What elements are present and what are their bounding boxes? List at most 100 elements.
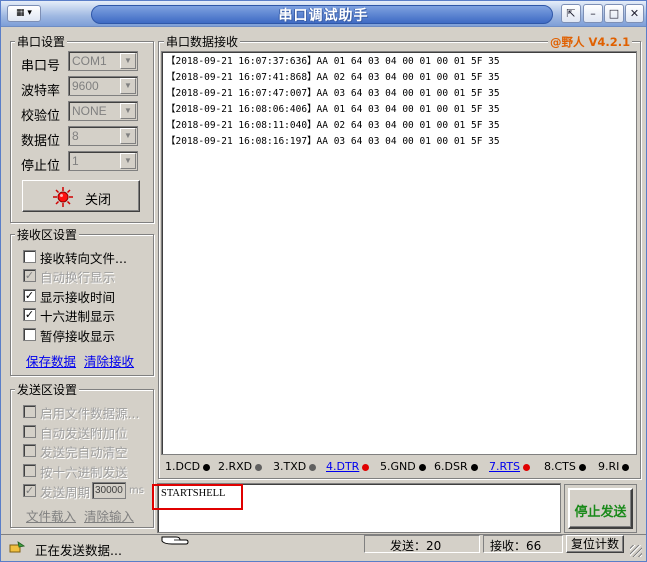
pause-display-label[interactable]: 暂停接收显示	[40, 326, 115, 345]
pointer-hand-icon	[161, 536, 189, 545]
databits-select[interactable]: 8 ▼	[68, 126, 138, 146]
auto-wrap-checkbox: ✓	[23, 269, 36, 282]
close-icon[interactable]: ✕	[625, 4, 644, 23]
receive-settings-legend: 接收区设置	[15, 226, 80, 243]
hex-send-label: 按十六进制发送	[40, 465, 128, 480]
sent-count: 发送：20	[364, 535, 480, 553]
hex-send-checkbox	[23, 464, 36, 477]
restore-icon[interactable]: ⇱	[561, 4, 581, 23]
auto-append-label: 自动发送附加位	[40, 426, 128, 441]
hex-display-label[interactable]: 十六进制显示	[40, 306, 115, 325]
parity-select[interactable]: NONE ▼	[68, 101, 138, 121]
hex-display-checkbox[interactable]: ✓	[23, 308, 36, 321]
show-time-label[interactable]: 显示接收时间	[40, 287, 115, 306]
chevron-down-icon[interactable]: ▼	[120, 78, 136, 94]
signal-rxd: 2.RXD	[218, 460, 263, 473]
chevron-down-icon[interactable]: ▼	[120, 153, 136, 169]
signal-dcd-label: 1.DCD	[165, 460, 201, 473]
send-period-input: 30000	[92, 482, 126, 499]
port-status-led-icon	[53, 187, 73, 207]
sent-count-text: 发送：20	[390, 539, 442, 553]
file-source-checkbox	[23, 405, 36, 418]
receive-line: 【2018-09-21 16:07:41:868】AA 02 64 03 04 …	[166, 72, 500, 83]
resize-grip-icon[interactable]	[630, 545, 642, 557]
signal-gnd-label: 5.GND	[380, 460, 416, 473]
title-bar[interactable]: ▦ ▾ 串口调试助手 ⇱ – □ ✕	[1, 1, 646, 27]
dtr-led-icon	[362, 463, 370, 471]
signal-dsr-label: 6.DSR	[434, 460, 468, 473]
signal-rts-link[interactable]: 7.RTS	[489, 460, 520, 473]
port-value: COM1	[72, 54, 107, 68]
chevron-down-icon[interactable]: ▼	[120, 53, 136, 69]
signal-gnd: 5.GND	[380, 460, 426, 473]
status-message: 正在发送数据...	[35, 543, 122, 558]
receive-line: 【2018-09-21 16:07:37:636】AA 01 64 03 04 …	[166, 56, 500, 67]
pause-display-checkbox[interactable]	[23, 328, 36, 341]
rxd-led-icon	[255, 463, 263, 471]
port-label: 串口号	[21, 59, 61, 74]
receive-line: 【2018-09-21 16:08:16:197】AA 03 64 03 04 …	[166, 136, 500, 147]
signal-ri: 9.RI	[598, 460, 630, 473]
signal-rts[interactable]: 7.RTS	[489, 460, 531, 473]
reset-count-label: 复位计数	[570, 537, 619, 551]
received-count-text: 接收：66	[490, 539, 542, 553]
window-title: 串口调试助手	[278, 8, 369, 24]
stopbits-select[interactable]: 1 ▼	[68, 151, 138, 171]
show-time-checkbox[interactable]: ✓	[23, 289, 36, 302]
auto-wrap-label: 自动换行显示	[40, 270, 116, 285]
signal-dtr[interactable]: 4.DTR	[326, 460, 370, 473]
file-source-label: 启用文件数据源...	[40, 406, 140, 421]
chevron-down-icon[interactable]: ▼	[120, 128, 136, 144]
signal-txd-label: 3.TXD	[273, 460, 307, 473]
chevron-down-icon[interactable]: ▼	[120, 103, 136, 119]
recv-to-file-label[interactable]: 接收转向文件...	[40, 248, 127, 267]
ri-led-icon	[622, 463, 630, 471]
parity-label: 校验位	[21, 109, 61, 124]
auto-append-checkbox	[23, 425, 36, 438]
stopbits-value: 1	[72, 154, 79, 168]
send-settings-legend: 发送区设置	[15, 381, 80, 398]
close-port-button[interactable]: 关闭	[22, 180, 140, 212]
stopbits-label: 停止位	[21, 159, 61, 174]
databits-label: 数据位	[21, 134, 61, 149]
auto-clear-checkbox	[23, 444, 36, 457]
received-count: 接收：66	[483, 535, 563, 553]
receive-line: 【2018-09-21 16:08:11:040】AA 02 64 03 04 …	[166, 120, 500, 131]
signal-cts-label: 8.CTS	[544, 460, 576, 473]
send-period-checkbox: ✓	[23, 484, 36, 497]
dsr-led-icon	[470, 463, 478, 471]
save-data-link[interactable]: 保存数据	[26, 351, 76, 370]
cts-led-icon	[578, 463, 586, 471]
brand-version: @野人 V4.2.1	[548, 34, 633, 50]
reset-count-button[interactable]: 复位计数	[566, 535, 624, 553]
maximize-icon[interactable]: □	[604, 4, 624, 23]
signal-ri-label: 9.RI	[598, 460, 620, 473]
gnd-led-icon	[418, 463, 426, 471]
baud-value: 9600	[72, 79, 99, 93]
auto-clear-label: 发送完自动清空	[40, 445, 128, 460]
receive-line: 【2018-09-21 16:07:47:007】AA 03 64 03 04 …	[166, 88, 500, 99]
signal-dtr-link[interactable]: 4.DTR	[326, 460, 359, 473]
receive-line: 【2018-09-21 16:08:06:406】AA 01 64 03 04 …	[166, 104, 500, 115]
dcd-led-icon	[203, 463, 211, 471]
clear-input-link[interactable]: 清除输入	[84, 506, 134, 525]
txd-led-icon	[309, 463, 317, 471]
file-load-link[interactable]: 文件载入	[26, 506, 76, 525]
baud-label: 波特率	[21, 84, 61, 99]
receive-panel-legend: 串口数据接收	[164, 33, 241, 50]
stop-send-button[interactable]: 停止发送	[568, 488, 633, 529]
serial-settings-legend: 串口设置	[15, 33, 68, 50]
port-select[interactable]: COM1 ▼	[68, 51, 138, 71]
baud-select[interactable]: 9600 ▼	[68, 76, 138, 96]
databits-value: 8	[72, 129, 79, 143]
receive-textarea[interactable]: 【2018-09-21 16:07:37:636】AA 01 64 03 04 …	[161, 51, 637, 455]
send-period-value: 30000	[95, 485, 123, 496]
recv-to-file-checkbox[interactable]	[23, 250, 36, 263]
close-port-label: 关闭	[85, 193, 112, 208]
send-input-highlight	[152, 484, 243, 510]
signal-dsr: 6.DSR	[434, 460, 478, 473]
minimize-icon[interactable]: –	[583, 4, 603, 23]
receive-lines: 【2018-09-21 16:07:37:636】AA 01 64 03 04 …	[166, 54, 500, 150]
clear-receive-link[interactable]: 清除接收	[84, 351, 134, 370]
signal-dcd: 1.DCD	[165, 460, 211, 473]
